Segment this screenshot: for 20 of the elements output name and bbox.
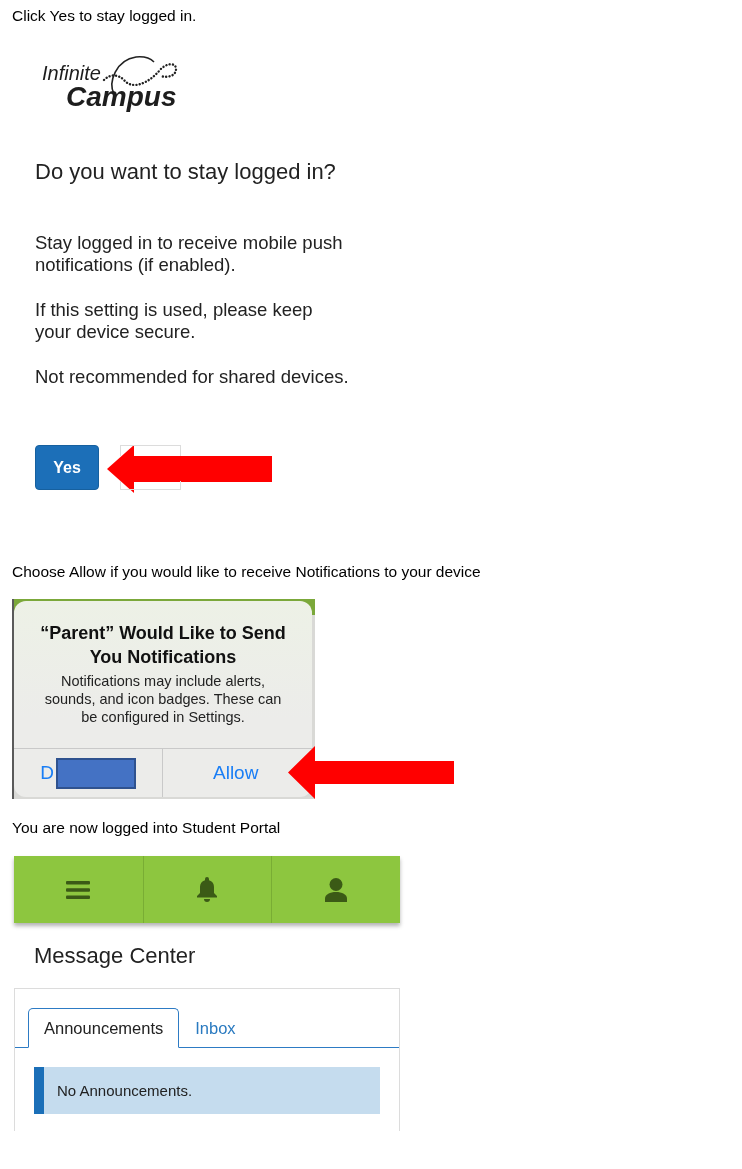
- instruction-text: Click Yes to stay logged in.: [11, 6, 197, 26]
- instruction-text: You are now logged into Student Portal: [11, 818, 281, 838]
- instruction-text: Choose Allow if you would like to receive Notifications to your device: [11, 562, 481, 582]
- prompt-heading: Do you want to stay logged in?: [35, 159, 336, 185]
- tab[interactable]: Inbox: [179, 1008, 252, 1048]
- blank-button[interactable]: [120, 445, 181, 490]
- dialog-title: “Parent” Would Like to Send You Notifications: [39, 622, 287, 669]
- menu-icon: [66, 880, 91, 899]
- body-paragraph: Not recommended for shared devices.: [35, 366, 350, 388]
- body-paragraph: If this setting is used, please keep your device secure.: [35, 299, 314, 343]
- bell-icon: [196, 877, 219, 902]
- page-heading: Message Center: [34, 942, 196, 970]
- body-paragraph: Stay logged in to receive mobile push notifications (if enabled).: [35, 232, 344, 276]
- yes-button[interactable]: Yes: [35, 445, 99, 490]
- dialog-button[interactable]: Allow: [162, 749, 287, 797]
- person-icon: [325, 877, 348, 902]
- info-banner: No Announcements.: [34, 1067, 380, 1114]
- tab[interactable]: Announcements: [28, 1008, 180, 1048]
- dialog-message: Notifications may include alerts, sounds, and icon badges. These can be configured in Settings.: [43, 672, 283, 726]
- dialog-button[interactable]: D: [14, 749, 162, 797]
